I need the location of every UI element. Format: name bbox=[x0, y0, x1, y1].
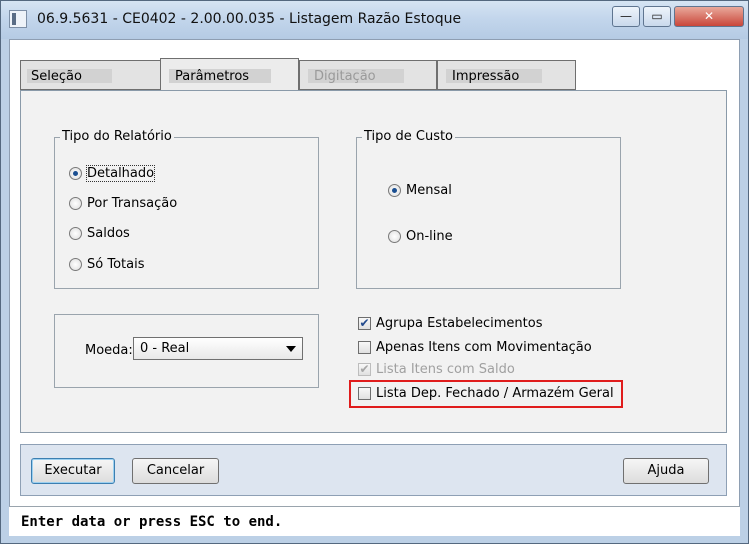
radio-so-totais[interactable]: Só Totais bbox=[69, 257, 144, 272]
moeda-select[interactable]: 0 - Real bbox=[133, 337, 303, 360]
radio-mensal[interactable]: Mensal bbox=[388, 183, 452, 198]
group-title: Tipo de Custo bbox=[362, 129, 456, 144]
option-label: Detalhado bbox=[85, 165, 156, 182]
radio-button[interactable] bbox=[69, 227, 82, 240]
tab-label: Seleção bbox=[31, 69, 82, 84]
client-area: Seleção Parâmetros Digitação Impressão T… bbox=[9, 39, 740, 536]
radio-saldos[interactable]: Saldos bbox=[69, 226, 130, 241]
moeda-label: Moeda: bbox=[85, 343, 133, 358]
tab-selecao[interactable]: Seleção bbox=[20, 60, 163, 90]
checkbox: ✔ bbox=[358, 362, 371, 376]
tab-parametros[interactable]: Parâmetros bbox=[160, 58, 299, 90]
checkbox-apenas-itens-movimentacao[interactable]: Apenas Itens com Movimentação bbox=[358, 340, 592, 355]
group-title: Tipo do Relatório bbox=[60, 129, 174, 144]
tab-impressao[interactable]: Impressão bbox=[437, 60, 576, 90]
checkbox-lista-itens-saldo: ✔ Lista Itens com Saldo bbox=[358, 362, 515, 377]
radio-button[interactable] bbox=[69, 167, 82, 180]
title-bar[interactable]: 06.9.5631 - CE0402 - 2.00.00.035 - Lista… bbox=[1, 1, 748, 39]
radio-por-transacao[interactable]: Por Transação bbox=[69, 196, 177, 211]
radio-button[interactable] bbox=[69, 197, 82, 210]
radio-button[interactable] bbox=[388, 184, 401, 197]
checkbox[interactable] bbox=[358, 341, 371, 354]
maximize-button[interactable]: ▭ bbox=[643, 6, 671, 27]
close-button[interactable]: ✕ bbox=[674, 6, 744, 27]
checkbox-label: Agrupa Estabelecimentos bbox=[376, 316, 543, 331]
option-label: Saldos bbox=[87, 226, 130, 241]
window-title: 06.9.5631 - CE0402 - 2.00.00.035 - Lista… bbox=[37, 11, 462, 27]
app-window: 06.9.5631 - CE0402 - 2.00.00.035 - Lista… bbox=[0, 0, 749, 544]
option-label: Mensal bbox=[406, 183, 452, 198]
tab-label: Parâmetros bbox=[175, 69, 250, 84]
button-bar: Executar Cancelar Ajuda bbox=[20, 444, 727, 496]
status-text: Enter data or press ESC to end. bbox=[21, 514, 283, 530]
ajuda-button[interactable]: Ajuda bbox=[623, 458, 709, 484]
option-label: On-line bbox=[406, 229, 453, 244]
radio-button[interactable] bbox=[388, 230, 401, 243]
app-icon[interactable] bbox=[9, 10, 27, 28]
tab-label: Impressão bbox=[452, 69, 520, 84]
status-bar: Enter data or press ESC to end. bbox=[9, 506, 740, 536]
executar-button[interactable]: Executar bbox=[31, 458, 115, 484]
option-label: Por Transação bbox=[87, 196, 178, 211]
minimize-button[interactable]: — bbox=[612, 6, 640, 27]
cancelar-button[interactable]: Cancelar bbox=[132, 458, 219, 484]
tab-label: Digitação bbox=[314, 69, 376, 84]
radio-on-line[interactable]: On-line bbox=[388, 229, 453, 244]
tab-digitacao[interactable]: Digitação bbox=[299, 60, 437, 90]
radio-detalhado[interactable]: Detalhado bbox=[69, 165, 156, 182]
checkbox[interactable]: ✔ bbox=[358, 317, 371, 330]
radio-button[interactable] bbox=[69, 258, 82, 271]
chevron-down-icon[interactable] bbox=[286, 346, 296, 352]
checkbox-agrupa-estabelecimentos[interactable]: ✔ Agrupa Estabelecimentos bbox=[358, 316, 542, 331]
checkbox-label: Apenas Itens com Movimentação bbox=[376, 340, 592, 355]
tipo-custo-group: Tipo de Custo bbox=[356, 129, 621, 289]
option-label: Só Totais bbox=[87, 257, 145, 272]
checkbox-label: Lista Itens com Saldo bbox=[376, 362, 515, 377]
highlight-box bbox=[349, 380, 623, 408]
moeda-value: 0 - Real bbox=[140, 341, 190, 356]
